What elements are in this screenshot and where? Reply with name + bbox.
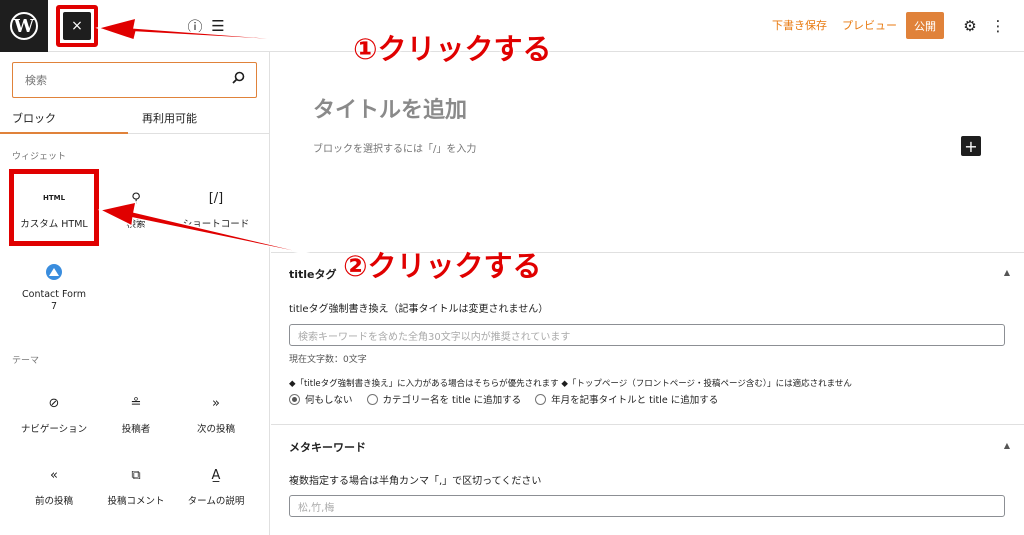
block-appender[interactable]: ブロックを選択するには「/」を入力 [313, 140, 476, 155]
block-navigation[interactable]: ⊘ ナビゲーション [12, 382, 96, 452]
block-next-post[interactable]: » 次の投稿 [174, 382, 258, 452]
annotation-step1: ①クリックする [353, 32, 552, 66]
block-label: 次の投稿 [196, 424, 235, 435]
search-icon [232, 71, 245, 84]
block-label: タームの説明 [187, 496, 245, 507]
custom-html-highlight [9, 169, 99, 246]
field-label: titleタグ強制書き換え（記事タイトルは変更されません） [289, 304, 549, 315]
block-label: 投稿者 [121, 424, 151, 435]
radio-button[interactable] [289, 393, 300, 405]
list-view-icon[interactable]: ☰ [206, 14, 230, 38]
block-shortcode[interactable]: [/] ショートコード [174, 177, 258, 247]
block-term-description[interactable]: A̲ タームの説明 [174, 454, 258, 524]
info-icon[interactable]: ⓘ [183, 14, 207, 38]
radio-button[interactable] [535, 393, 547, 405]
search-box [12, 62, 257, 98]
settings-gear-icon[interactable]: ⚙ [958, 14, 982, 38]
tab-blocks[interactable]: ブロック [12, 102, 56, 134]
contact-form-icon [45, 261, 63, 283]
editor-canvas: タイトルを追加 ブロックを選択するには「/」を入力 + titleタグ ▲ ti… [271, 52, 1024, 535]
wordpress-icon: W [10, 12, 38, 40]
search-block-icon: ⚲ [131, 190, 141, 206]
post-comments-icon: ⧉ [131, 467, 141, 483]
radio-add-category[interactable]: カテゴリー名を title に追加する [366, 392, 522, 406]
radio-none[interactable]: 何もしない [289, 392, 353, 406]
radio-button[interactable] [366, 393, 378, 405]
theme-section-label: テーマ [12, 356, 40, 366]
block-inserter-panel: ブロック 再利用可能 ウィジェット HTML カスタム HTML ⚲ 検索 [/… [0, 52, 270, 535]
term-description-icon: A̲ [211, 467, 221, 483]
editor-screen: W × ⓘ ☰ 下書き保存 プレビュー 公開 ⚙ ⋮ ブロック 再利用可能 ウィ… [0, 0, 1024, 535]
annotation-step2: ②クリックする [343, 249, 542, 283]
title-tag-note: ◆「titleタグ強制書き換え」に入力がある場合はそちらが優先されます ◆「トッ… [289, 379, 852, 389]
tab-reusable[interactable]: 再利用可能 [142, 102, 197, 134]
add-block-button[interactable]: + [961, 136, 981, 156]
inserter-tabs: ブロック 再利用可能 [0, 102, 270, 134]
block-search[interactable]: ⚲ 検索 [94, 177, 178, 247]
wordpress-logo[interactable]: W [0, 0, 48, 52]
radio-add-date[interactable]: 年月を記事タイトルと title に追加する [535, 392, 718, 406]
publish-button[interactable]: 公開 [906, 12, 944, 39]
navigation-icon: ⊘ [48, 395, 60, 411]
active-tab-indicator [0, 132, 128, 134]
block-label: 検索 [126, 219, 146, 230]
post-title-field[interactable]: タイトルを追加 [313, 92, 467, 124]
meta-keyword-input[interactable]: 松,竹,梅 [289, 495, 1005, 517]
title-tag-input[interactable]: 検索キーワードを含めた全角30文字以内が推奨されています [289, 324, 1005, 346]
block-post-author[interactable]: ≗ 投稿者 [94, 382, 178, 452]
block-label: 投稿コメント [107, 496, 165, 507]
radio-label: 何もしない [305, 395, 353, 406]
search-input[interactable] [25, 72, 215, 88]
preview-button[interactable]: プレビュー [842, 17, 897, 33]
metabox-title: titleタグ [289, 268, 337, 281]
close-button-highlight: × [56, 5, 98, 47]
collapse-toggle-icon[interactable]: ▲ [1004, 441, 1010, 450]
block-label: 前の投稿 [34, 496, 73, 507]
radio-label: カテゴリー名を title に追加する [382, 395, 522, 406]
block-contact-form-7[interactable]: Contact Form 7 [12, 251, 96, 321]
meta-keyword-metabox: メタキーワード ▲ 複数指定する場合は半角カンマ「,」で区切ってください 松,竹… [271, 424, 1024, 535]
save-draft-button[interactable]: 下書き保存 [772, 17, 827, 33]
char-count: 現在文字数：0文字 [289, 355, 367, 365]
next-post-icon: » [212, 395, 220, 411]
shortcode-icon: [/] [208, 190, 224, 206]
radio-label: 年月を記事タイトルと title に追加する [551, 395, 719, 406]
previous-post-icon: « [50, 467, 58, 483]
field-label: 複数指定する場合は半角カンマ「,」で区切ってください [289, 476, 542, 487]
title-option-radios: 何もしない カテゴリー名を title に追加する 年月を記事タイトルと tit… [289, 392, 732, 406]
metabox-title: メタキーワード [289, 441, 366, 454]
block-label: Contact Form 7 [22, 289, 86, 312]
more-options-icon[interactable]: ⋮ [986, 14, 1010, 38]
author-icon: ≗ [130, 395, 142, 411]
block-previous-post[interactable]: « 前の投稿 [12, 454, 96, 524]
close-inserter-button[interactable]: × [63, 12, 91, 40]
widgets-section-label: ウィジェット [12, 152, 67, 162]
block-label: ショートコード [182, 219, 250, 230]
block-post-comments[interactable]: ⧉ 投稿コメント [94, 454, 178, 524]
collapse-toggle-icon[interactable]: ▲ [1004, 268, 1010, 277]
block-label: ナビゲーション [20, 424, 88, 435]
